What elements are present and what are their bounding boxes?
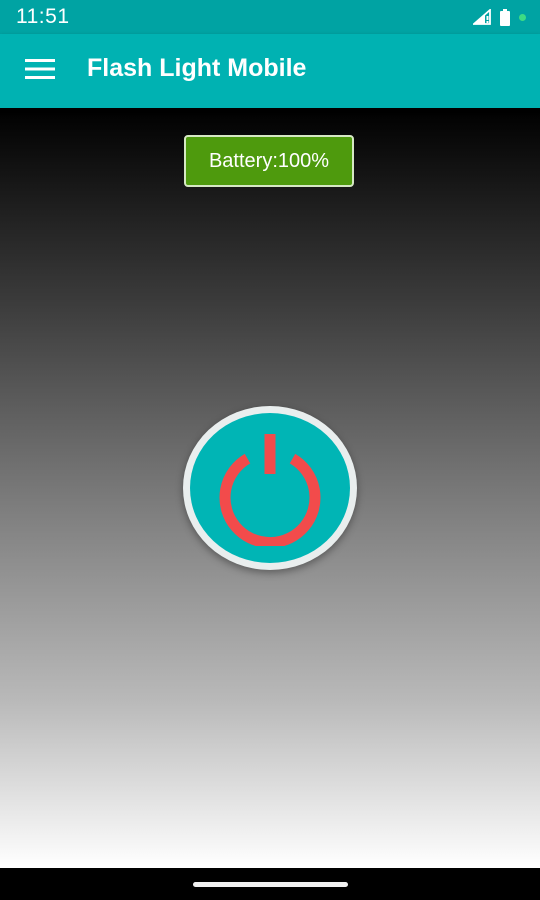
- battery-icon: [500, 8, 510, 26]
- navigation-bar: [0, 868, 540, 900]
- app-screen: 11:51 Flash Light Mobile Battery:100%: [0, 0, 540, 900]
- app-title: Flash Light Mobile: [87, 54, 307, 82]
- power-button-face: [190, 413, 350, 563]
- status-time: 11:51: [16, 5, 70, 28]
- status-bar: 11:51: [0, 0, 540, 34]
- battery-status-badge: Battery:100%: [184, 135, 354, 187]
- app-bar: Flash Light Mobile: [0, 34, 540, 108]
- power-icon: [210, 426, 330, 551]
- status-icons: [473, 8, 526, 26]
- main-content: Battery:100%: [0, 108, 540, 868]
- hamburger-menu-icon: [25, 58, 55, 85]
- signal-icon: [473, 9, 491, 25]
- notification-dot-icon: [519, 13, 526, 21]
- home-gesture-handle[interactable]: [193, 882, 348, 887]
- flashlight-power-button[interactable]: [183, 406, 357, 570]
- menu-button[interactable]: [22, 55, 58, 87]
